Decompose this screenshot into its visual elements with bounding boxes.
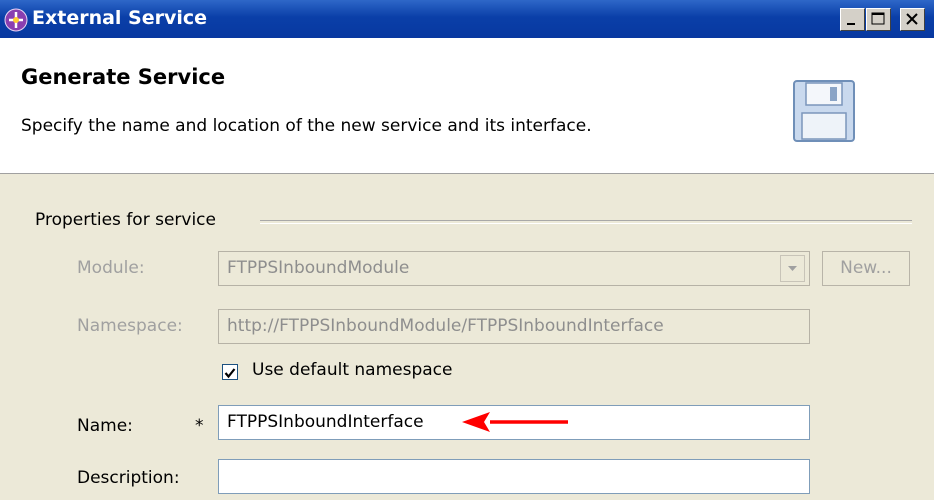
group-title: Properties for service [35, 210, 222, 230]
minimize-button[interactable] [840, 8, 865, 31]
description-label: Description: [77, 468, 180, 488]
annotation-arrow-icon [462, 412, 568, 432]
close-icon [906, 13, 918, 25]
checkmark-icon [224, 368, 236, 379]
page-description: Specify the name and location of the new… [21, 116, 592, 136]
name-label: Name: [77, 416, 133, 436]
namespace-field[interactable]: http://FTPPSInboundModule/FTPPSInboundIn… [218, 309, 810, 344]
external-service-dialog: External Service Generate Service Specif… [0, 0, 934, 500]
title-bar[interactable]: External Service [0, 0, 934, 38]
module-dropdown-button[interactable] [780, 255, 805, 282]
namespace-label: Namespace: [77, 316, 183, 336]
group-separator [260, 220, 912, 224]
module-label: Module: [77, 258, 145, 278]
use-default-namespace-checkbox[interactable] [222, 364, 238, 380]
module-select[interactable]: FTPPSInboundModule [218, 251, 810, 286]
minimize-icon [847, 23, 855, 25]
maximize-icon [871, 12, 885, 25]
close-button[interactable] [900, 8, 925, 31]
page-title: Generate Service [21, 65, 226, 89]
maximize-button[interactable] [866, 8, 891, 31]
use-default-namespace-label[interactable]: Use default namespace [252, 360, 452, 380]
window-title: External Service [32, 7, 208, 29]
new-module-button[interactable]: New... [822, 251, 910, 286]
wizard-header: Generate Service Specify the name and lo… [0, 38, 934, 174]
chevron-down-icon [788, 266, 797, 271]
required-marker: * [195, 416, 204, 436]
form-area: Properties for service Module: FTPPSInbo… [0, 174, 934, 500]
description-field[interactable] [218, 459, 810, 494]
floppy-disk-icon [792, 79, 856, 143]
app-icon [4, 8, 28, 32]
